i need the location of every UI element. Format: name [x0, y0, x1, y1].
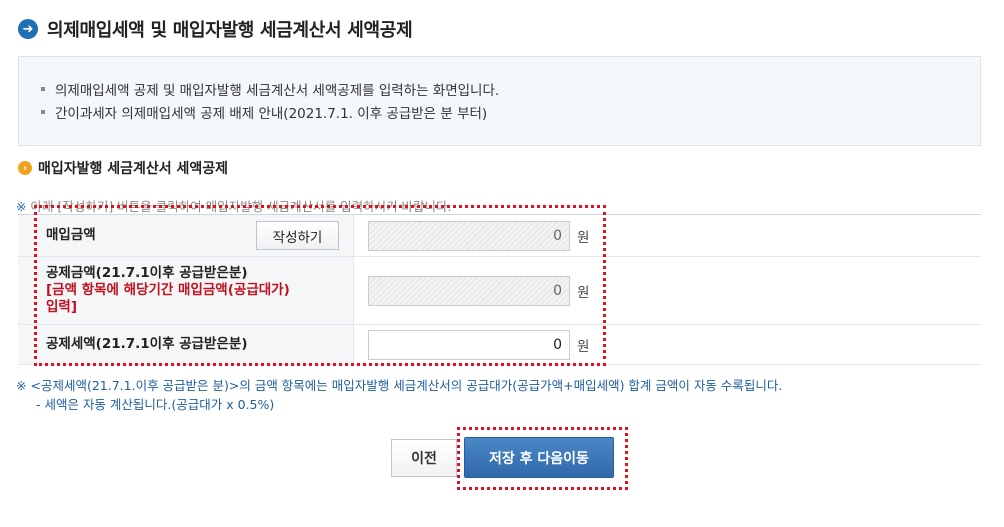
info-text: 의제매입세액 공제 및 매입자발행 세금계산서 세액공제를 입력하는 화면입니다… [55, 82, 500, 99]
bullet-icon [41, 109, 45, 114]
notice-mark: ※ [16, 199, 27, 214]
bullet-icon [41, 86, 45, 91]
notice-bottom-line2: - 세액은 자동 계산됩니다.(공급대가 x 0.5%) [36, 397, 275, 412]
page-title: 의제매입세액 및 매입자발행 세금계산서 세액공제 [47, 20, 413, 41]
deduction-table: 매입금액 작성하기 0 원 공제금액(21.7.1이후 공급받은분) [금액 항… [18, 214, 981, 365]
row-cell: 0 원 [354, 215, 981, 256]
notice-text: 아래 [작성하기] 버튼을 클릭하여 매입자발행 세금계산서를 입력하시기 바랍… [30, 199, 452, 214]
section-header: › 매입자발행 세금계산서 세액공제 [18, 158, 228, 178]
write-button[interactable]: 작성하기 [256, 221, 339, 250]
section-title: 매입자발행 세금계산서 세액공제 [38, 161, 229, 177]
notice-bottom-line1: ※ <공제세액(21.7.1.이후 공급받은 분)>의 금액 항목에는 매입자발행… [16, 376, 782, 395]
info-line: 의제매입세액 공제 및 매입자발행 세금계산서 세액공제를 입력하는 화면입니다… [41, 77, 980, 100]
save-next-button[interactable]: 저장 후 다음이동 [464, 437, 614, 478]
row-cell: 0 원 [354, 325, 981, 364]
chevron-circle-icon: › [18, 161, 32, 175]
unit-label: 원 [577, 338, 590, 355]
deduction-amount-note: [금액 항목에 해당기간 매입금액(공급대가) 입력] [46, 282, 290, 315]
row-header: 공제세액(21.7.1이후 공급받은분) [18, 325, 354, 364]
unit-label: 원 [577, 229, 590, 246]
row-header: 공제금액(21.7.1이후 공급받은분) [금액 항목에 해당기간 매입금액(공… [18, 257, 354, 324]
unit-label: 원 [577, 284, 590, 301]
arrow-right-circle-icon: ➜ [18, 19, 38, 39]
info-line: 간이과세자 의제매입세액 공제 배제 안내(2021.7.1. 이후 공급받은 … [41, 100, 980, 123]
prev-button[interactable]: 이전 [391, 439, 457, 477]
deduction-tax-label: 공제세액(21.7.1이후 공급받은분) [46, 336, 248, 352]
notice-bottom: ※ <공제세액(21.7.1.이후 공급받은 분)>의 금액 항목에는 매입자발행… [16, 376, 782, 414]
row-header: 매입금액 작성하기 [18, 215, 354, 256]
purchase-amount-field: 0 [368, 220, 570, 251]
info-box: 의제매입세액 공제 및 매입자발행 세금계산서 세액공제를 입력하는 화면입니다… [18, 56, 981, 146]
notice-top: ※ 아래 [작성하기] 버튼을 클릭하여 매입자발행 세금계산서를 입력하시기 바… [16, 196, 452, 215]
notice-mark: ※ [16, 378, 27, 393]
table-row-purchase-amount: 매입금액 작성하기 0 원 [18, 215, 981, 257]
deduction-amount-field: 0 [368, 275, 570, 306]
info-text: 간이과세자 의제매입세액 공제 배제 안내(2021.7.1. 이후 공급받은 … [55, 105, 488, 122]
deduction-tax-input[interactable]: 0 [368, 329, 570, 360]
row-cell: 0 원 [354, 257, 981, 324]
page-header: ➜ 의제매입세액 및 매입자발행 세금계산서 세액공제 [18, 16, 413, 42]
table-row-deduction-amount: 공제금액(21.7.1이후 공급받은분) [금액 항목에 해당기간 매입금액(공… [18, 257, 981, 325]
deduction-amount-label: 공제금액(21.7.1이후 공급받은분) [46, 265, 248, 281]
notice-text: <공제세액(21.7.1.이후 공급받은 분)>의 금액 항목에는 매입자발행 … [30, 378, 783, 393]
table-row-deduction-tax: 공제세액(21.7.1이후 공급받은분) 0 원 [18, 325, 981, 365]
